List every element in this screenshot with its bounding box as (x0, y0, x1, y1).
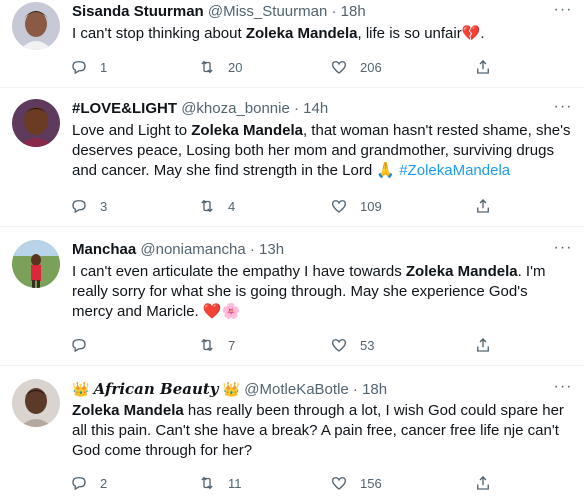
reply-icon (72, 61, 86, 75)
display-name[interactable]: Manchaa (72, 241, 136, 258)
user-handle[interactable]: @khoza_bonnie (181, 100, 290, 117)
more-icon[interactable]: ··· (552, 379, 574, 401)
timestamp[interactable]: 14h (303, 100, 328, 117)
timestamp[interactable]: 13h (259, 241, 284, 258)
tweet-feed: Sisanda Stuurman @Miss_Stuurman · 18h ··… (0, 0, 584, 498)
broken-heart-emoji: 💔 (461, 25, 481, 42)
tweet-text: I can't stop thinking about Zoleka Mande… (72, 24, 572, 44)
retweet-button[interactable]: 7 (198, 335, 235, 355)
retweet-count: 4 (228, 198, 236, 214)
reply-button[interactable]: 3 (70, 196, 107, 216)
like-icon (331, 339, 347, 352)
retweet-button[interactable]: 4 (198, 196, 235, 216)
retweet-button[interactable]: 11 (198, 473, 242, 493)
like-count: 156 (360, 475, 382, 491)
share-button[interactable] (474, 473, 492, 493)
like-count: 53 (360, 337, 375, 353)
crown-emoji: 👑 (72, 381, 90, 397)
share-button[interactable] (474, 335, 492, 355)
reply-button[interactable] (70, 335, 100, 355)
retweet-icon (201, 199, 213, 213)
bold-name: Zoleka Mandela (245, 25, 358, 42)
tweet[interactable]: 👑 African Beauty 👑 @MotleKaBotle · 18h ·… (0, 367, 584, 498)
separator-dot: · (249, 241, 255, 258)
reply-icon (72, 339, 86, 353)
share-icon (477, 476, 489, 490)
timestamp[interactable]: 18h (362, 381, 387, 398)
tweet[interactable]: Manchaa @noniamancha · 13h ··· I can't e… (0, 228, 584, 366)
bold-name: Zoleka Mandela (405, 263, 518, 280)
display-name[interactable]: Sisanda Stuurman (72, 3, 204, 20)
like-icon (331, 200, 347, 213)
reply-count: 3 (100, 198, 108, 214)
separator-dot: · (331, 3, 337, 20)
avatar[interactable] (12, 99, 60, 147)
reply-button[interactable]: 1 (70, 57, 107, 77)
separator-dot: · (352, 381, 358, 398)
avatar[interactable] (12, 240, 60, 288)
crown-emoji: 👑 (222, 381, 241, 397)
tweet[interactable]: #LOVE&LIGHT @khoza_bonnie · 14h ··· Love… (0, 89, 584, 227)
bold-name: Zoleka Mandela (191, 122, 303, 139)
separator-dot: · (294, 100, 299, 117)
tweet-header: 👑 African Beauty 👑 @MotleKaBotle · 18h (72, 379, 387, 400)
avatar[interactable] (12, 2, 60, 50)
heart-flower-emoji: ❤️🌸 (202, 303, 241, 320)
like-count: 206 (360, 59, 382, 75)
text-segment: Love and Light to (72, 122, 192, 139)
tweet-text: Zoleka Mandela has really been through a… (72, 401, 572, 461)
share-button[interactable] (474, 196, 492, 216)
reply-count: 2 (100, 475, 108, 491)
like-button[interactable]: 206 (330, 57, 382, 77)
display-name[interactable]: #LOVE&LIGHT (72, 100, 177, 117)
tweet-text: I can't even articulate the empathy I ha… (72, 262, 572, 322)
text-segment: , life is so unfair (357, 25, 462, 42)
tweet-actions: 1 20 206 (70, 57, 500, 77)
tweet-actions: 3 4 109 (70, 196, 500, 216)
tweet-text: Love and Light to Zoleka Mandela, that w… (72, 121, 572, 181)
tweet-header: Sisanda Stuurman @Miss_Stuurman · 18h (72, 2, 366, 22)
bold-name: Zoleka Mandela (72, 402, 184, 419)
more-icon[interactable]: ··· (552, 99, 574, 121)
share-button[interactable] (474, 57, 492, 77)
tweet-header: Manchaa @noniamancha · 13h (72, 240, 284, 260)
share-icon (477, 199, 489, 213)
user-handle[interactable]: @noniamancha (140, 241, 245, 258)
timestamp[interactable]: 18h (341, 3, 366, 20)
hashtag-link[interactable]: #ZolekaMandela (399, 162, 510, 179)
tweet-actions: 7 53 (70, 335, 500, 355)
like-icon (331, 477, 347, 490)
more-icon[interactable]: ··· (552, 2, 574, 24)
text-segment: I can't stop thinking about (72, 25, 246, 42)
praying-hands-emoji: 🙏 (376, 162, 396, 179)
user-handle[interactable]: @Miss_Stuurman (208, 3, 327, 20)
retweet-icon (201, 338, 213, 352)
like-icon (331, 61, 347, 74)
retweet-count: 7 (228, 337, 236, 353)
retweet-count: 11 (228, 475, 242, 491)
tweet-header: #LOVE&LIGHT @khoza_bonnie · 14h (72, 99, 328, 119)
tweet-actions: 2 11 156 (70, 473, 500, 493)
retweet-icon (201, 476, 213, 490)
retweet-button[interactable]: 20 (198, 57, 242, 77)
more-icon[interactable]: ··· (552, 240, 574, 262)
reply-button[interactable]: 2 (70, 473, 107, 493)
like-count: 109 (360, 198, 382, 214)
like-button[interactable]: 156 (330, 473, 382, 493)
retweet-icon (201, 60, 213, 74)
user-handle[interactable]: @MotleKaBotle (244, 381, 348, 398)
like-button[interactable]: 109 (330, 196, 382, 216)
avatar[interactable] (12, 379, 60, 427)
share-icon (477, 60, 489, 74)
text-segment: I can't even articulate the empathy I ha… (72, 263, 406, 280)
share-icon (477, 338, 489, 352)
retweet-count: 20 (228, 59, 243, 75)
display-name[interactable]: African Beauty (94, 380, 219, 398)
reply-icon (72, 200, 86, 214)
like-button[interactable]: 53 (330, 335, 374, 355)
tweet[interactable]: Sisanda Stuurman @Miss_Stuurman · 18h ··… (0, 0, 584, 88)
reply-icon (72, 477, 86, 491)
reply-count: 1 (100, 59, 108, 75)
text-segment: . (480, 25, 485, 42)
